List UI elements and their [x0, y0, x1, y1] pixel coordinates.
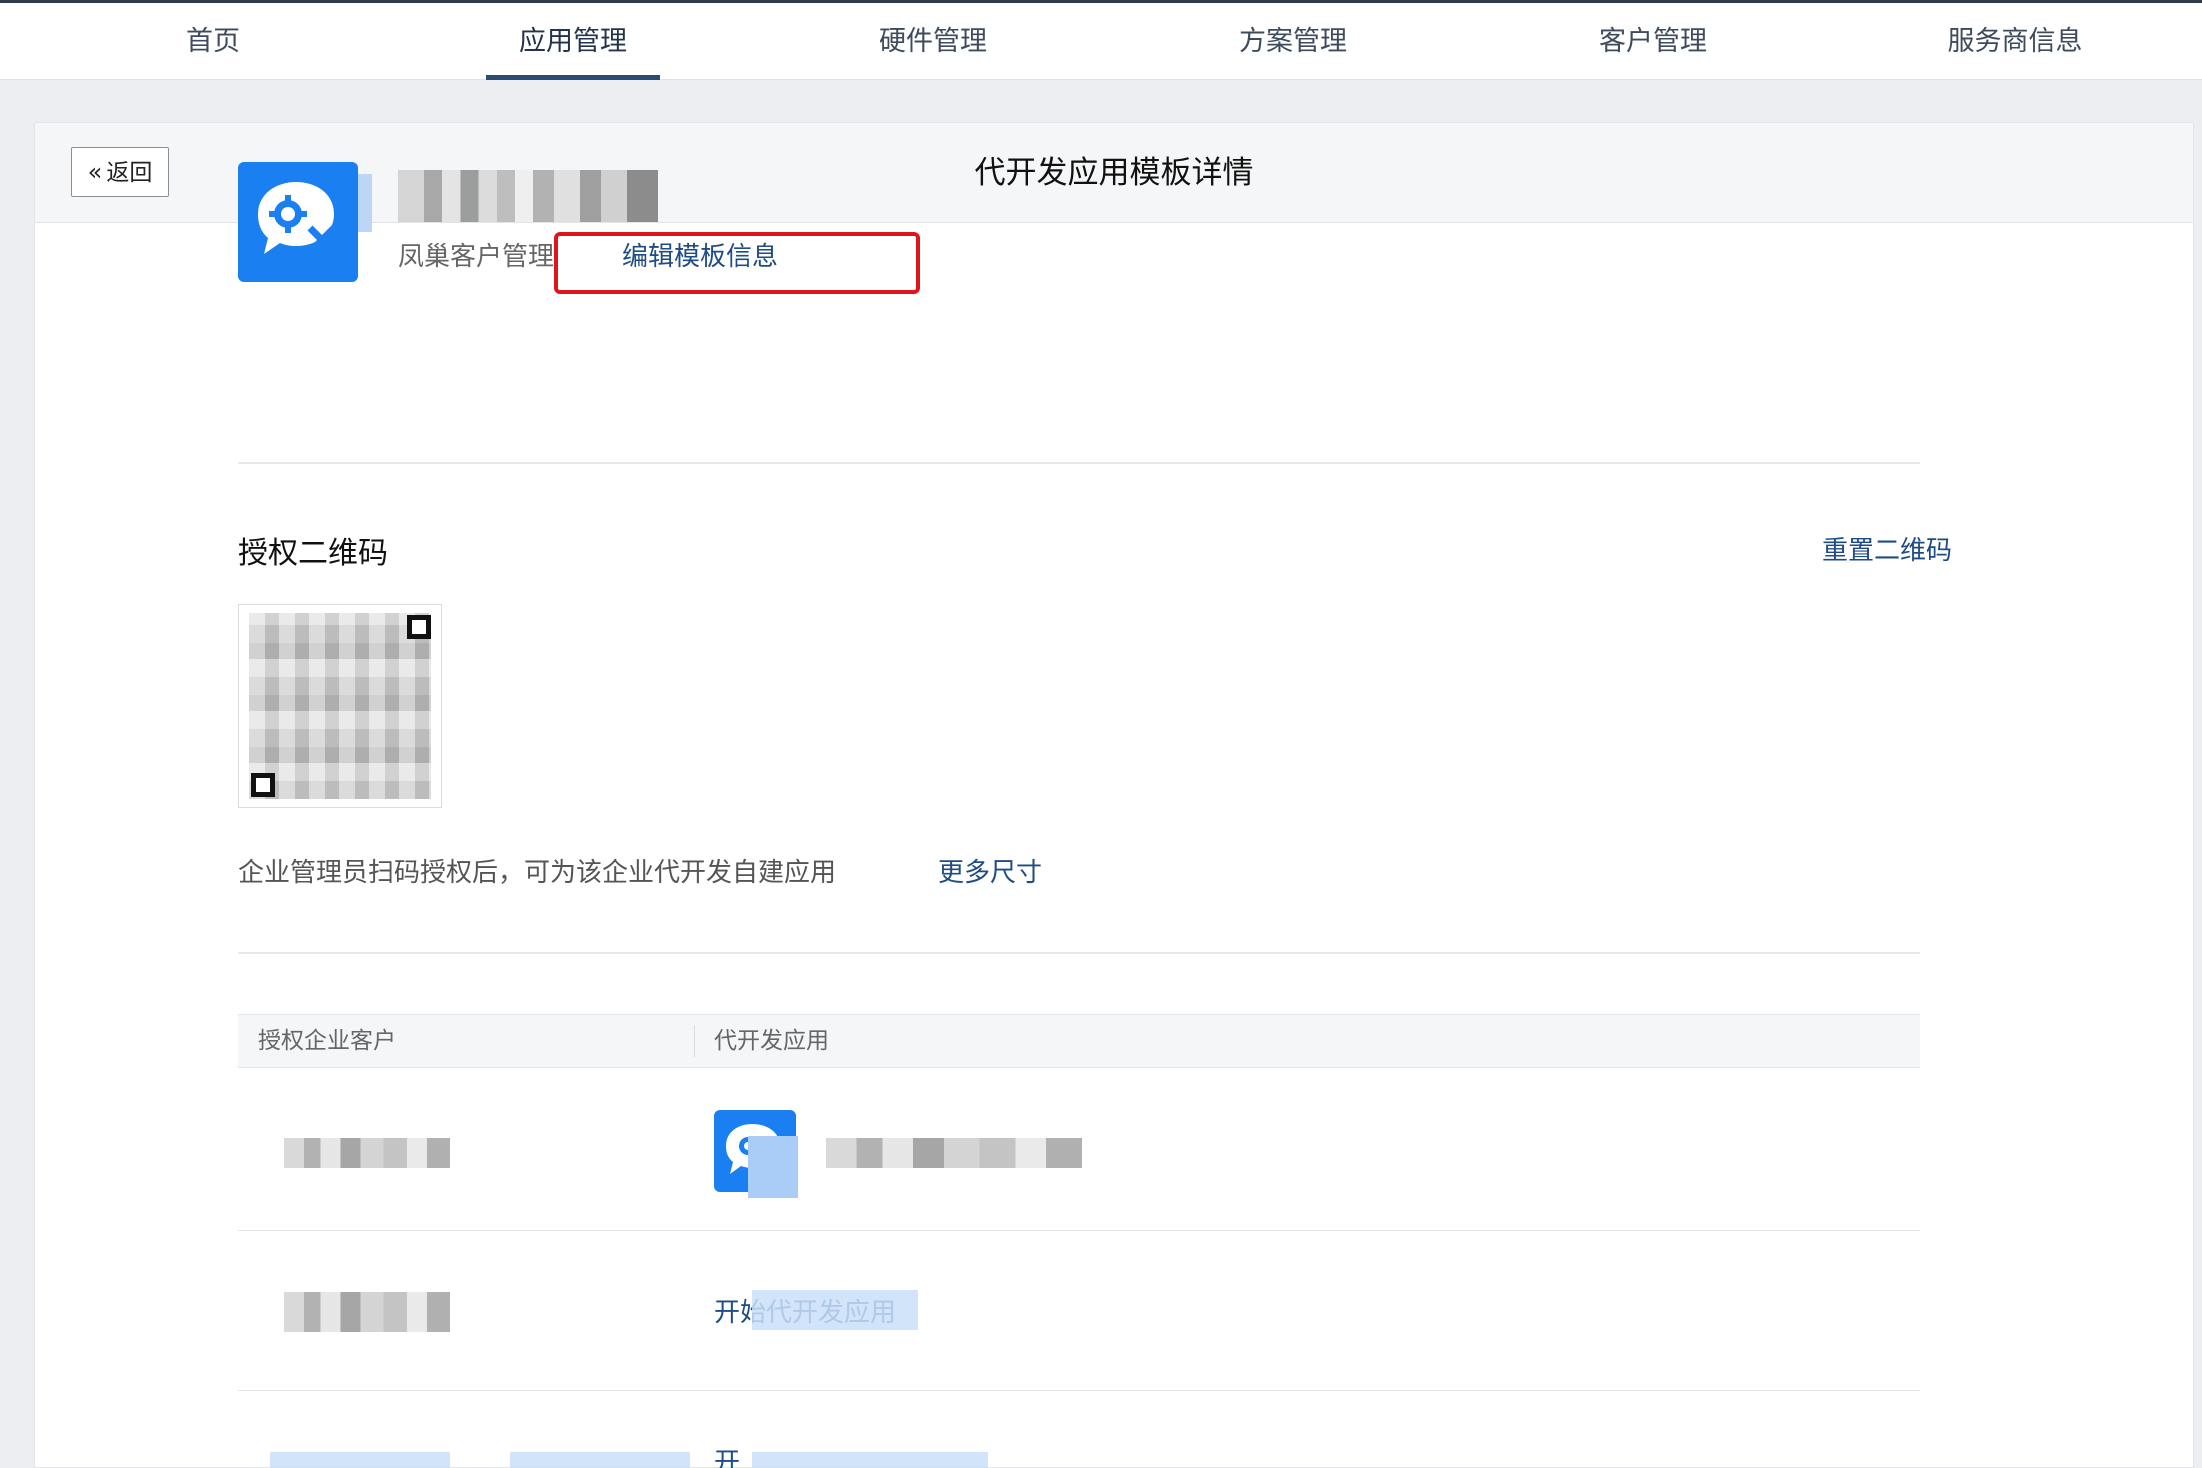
redacted-area: [752, 1452, 988, 1468]
nav-tab-hardware-management[interactable]: 硬件管理: [860, 3, 1006, 80]
qr-instructions: 企业管理员扫码授权后，可为该企业代开发自建应用: [238, 858, 837, 888]
top-nav: 首页 应用管理 硬件管理 方案管理 客户管理 服务商信息: [0, 0, 2202, 80]
column-header-customer: 授权企业客户: [258, 1028, 396, 1054]
reset-qr-link[interactable]: 重置二维码: [1822, 530, 1952, 567]
active-tab-indicator: [486, 75, 660, 80]
highlight-box: [554, 232, 920, 294]
column-separator: [694, 1025, 695, 1057]
chat-gear-icon: [258, 182, 351, 257]
nav-tab-customer-management[interactable]: 客户管理: [1580, 3, 1726, 80]
qr-finder-mark: [251, 773, 275, 797]
qr-section-title: 授权二维码: [238, 536, 388, 571]
nav-tab-provider-info[interactable]: 服务商信息: [1930, 3, 2100, 80]
more-sizes-link[interactable]: 更多尺寸: [938, 852, 1042, 889]
nav-tab-solution-management[interactable]: 方案管理: [1220, 3, 1366, 80]
redacted-area: [510, 1452, 690, 1468]
start-development-link[interactable]: 开: [714, 1448, 740, 1468]
nav-tab-app-management[interactable]: 应用管理: [486, 3, 660, 80]
table-header: 授权企业客户 代开发应用: [238, 1014, 1920, 1068]
qr-code-image: [249, 613, 431, 799]
redacted-area: [358, 174, 372, 232]
redacted-customer-name: [284, 1292, 450, 1332]
redacted-customer-name: [270, 1452, 450, 1468]
row-divider: [238, 1390, 1920, 1391]
redacted-customer-name: [284, 1138, 450, 1168]
redacted-area: [748, 1136, 798, 1198]
redacted-app-name: [826, 1138, 1082, 1168]
row-divider: [238, 1230, 1920, 1231]
divider: [238, 462, 1920, 464]
column-header-app: 代开发应用: [714, 1028, 829, 1054]
nav-tab-home[interactable]: 首页: [150, 3, 276, 80]
redacted-area: [752, 1290, 918, 1330]
app-category-label: 凤巢客户管理: [398, 242, 555, 272]
redacted-app-name: [398, 170, 658, 222]
qr-code: [238, 604, 442, 808]
qr-finder-mark: [407, 615, 431, 639]
app-icon: [238, 162, 358, 282]
divider: [238, 952, 1920, 954]
